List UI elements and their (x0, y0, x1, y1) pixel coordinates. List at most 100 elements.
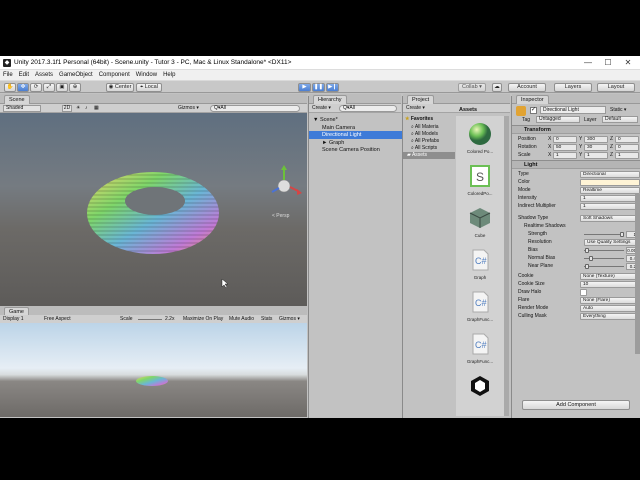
light-row-value[interactable]: Everything (580, 312, 640, 320)
slider-knob[interactable] (584, 248, 589, 253)
active-checkbox[interactable]: ✓ (530, 107, 537, 114)
minimize-button[interactable]: — (580, 56, 596, 70)
tab-hierarchy[interactable]: Hierarchy (313, 95, 347, 104)
maximize-button[interactable]: ☐ (600, 56, 616, 70)
hierarchy-item[interactable]: Scene Camera Position (309, 146, 402, 154)
inspector-scrollbar[interactable] (635, 194, 640, 354)
favorites-item[interactable]: ⌕ All Materia (411, 124, 439, 131)
step-button[interactable]: ▶❙ (326, 82, 339, 92)
menu-gameobject[interactable]: GameObject (56, 70, 96, 81)
shadow-slider[interactable] (584, 264, 624, 269)
tab-inspector[interactable]: Inspector (516, 95, 549, 104)
shadow-slider[interactable] (584, 256, 624, 261)
object-name-input[interactable]: Directional Light (540, 106, 606, 114)
menu-window[interactable]: Window (133, 70, 160, 81)
asset-item-shader[interactable]: S ColoredPo... (464, 164, 496, 196)
light-component-header[interactable]: Light (512, 160, 640, 169)
tab-project[interactable]: Project (407, 95, 435, 104)
scene-view[interactable]: < Persp (0, 113, 307, 306)
transform-x-field[interactable]: 0 (553, 135, 577, 143)
rect-tool-button[interactable]: ▣ (56, 82, 68, 92)
move-tool-button[interactable]: ✥ (17, 82, 29, 92)
scene-orientation-gizmo[interactable] (271, 165, 302, 195)
menu-help[interactable]: Help (160, 70, 178, 81)
favorites-item[interactable]: ⌕ All Scripts (411, 145, 437, 152)
rotate-tool-button[interactable]: ⟳ (30, 82, 42, 92)
assets-folder-item[interactable]: ▰ Assets (403, 152, 455, 159)
light-row-value[interactable]: 1 (580, 202, 640, 210)
layer-dropdown[interactable]: Default (602, 116, 638, 123)
hierarchy-search-input[interactable]: Q▾All (339, 104, 397, 112)
cloud-button[interactable]: ☁ (492, 82, 502, 92)
light-row-value[interactable]: Directional (580, 170, 640, 178)
project-create-button[interactable]: Create ▾ (406, 104, 425, 113)
transform-x-field[interactable]: 1 (553, 151, 577, 159)
transform-y-field[interactable]: 1 (584, 151, 608, 159)
transform-tool-button[interactable]: ⊕ (69, 82, 81, 92)
asset-item-graphfunc-script-2[interactable]: C# GraphFunc... (464, 332, 496, 364)
pivot-local-toggle[interactable]: ⌖ Local (136, 82, 162, 92)
transform-component-header[interactable]: Transform (512, 125, 640, 134)
persp-label[interactable]: < Persp (272, 213, 290, 219)
asset-item-scene[interactable] (464, 374, 496, 401)
slider-knob[interactable] (588, 256, 593, 261)
transform-z-field[interactable]: 1 (615, 151, 639, 159)
asset-item-graphfunc-script[interactable]: C# GraphFunc... (464, 290, 496, 322)
hand-tool-button[interactable]: ✋ (4, 82, 16, 92)
light-row-value[interactable]: None (Texture) (580, 272, 640, 280)
close-button[interactable]: ✕ (620, 56, 636, 70)
account-dropdown[interactable]: Account (508, 82, 546, 92)
transform-y-field[interactable]: 300 (584, 135, 608, 143)
shadow-slider[interactable] (584, 248, 624, 253)
tag-dropdown[interactable]: Untagged (536, 116, 580, 123)
torus-graph-object[interactable] (87, 172, 219, 254)
game-view[interactable] (0, 323, 307, 417)
static-dropdown[interactable]: Static ▾ (610, 107, 626, 113)
transform-x-field[interactable]: 50 (553, 143, 577, 151)
play-button[interactable]: ▶ (298, 82, 311, 92)
light-row-value[interactable]: Soft Shadows (580, 214, 640, 222)
2d-mode-toggle[interactable]: 2D (62, 104, 72, 112)
asset-item-cube[interactable]: Cube (464, 206, 496, 238)
light-row-value[interactable] (580, 178, 640, 186)
menu-edit[interactable]: Edit (16, 70, 32, 81)
transform-z-field[interactable]: 0 (615, 143, 639, 151)
scene-gizmos-dropdown[interactable]: Gizmos ▾ (178, 104, 199, 113)
slider-knob[interactable] (620, 232, 624, 237)
asset-item-material[interactable]: Colored Po... (464, 122, 496, 154)
scene-search-input[interactable]: Q▾All (210, 104, 300, 112)
pause-button[interactable]: ❚❚ (312, 82, 325, 92)
layers-dropdown[interactable]: Layers (554, 82, 592, 92)
light-row-value[interactable]: 10 (580, 280, 640, 288)
scale-tool-button[interactable]: ⤢ (43, 82, 55, 92)
menu-file[interactable]: File (0, 70, 16, 81)
pivot-center-toggle[interactable]: ◉ Center (106, 82, 134, 92)
draw-halo-checkbox[interactable] (580, 288, 587, 296)
hierarchy-create-button[interactable]: Create ▾ (312, 104, 331, 113)
scene-lighting-icon[interactable]: ☀ (76, 104, 80, 113)
transform-z-field[interactable]: 0 (615, 135, 639, 143)
shadow-slider[interactable] (584, 232, 624, 237)
project-scrollbar[interactable] (504, 116, 509, 416)
collab-button[interactable]: Collab ▾ (458, 82, 486, 92)
light-row-value[interactable]: Realtime (580, 186, 640, 194)
light-row-value[interactable]: None (Flare) (580, 296, 640, 304)
add-component-button[interactable]: Add Component (522, 400, 630, 410)
menu-assets[interactable]: Assets (32, 70, 56, 81)
shading-mode-dropdown[interactable]: Shaded (3, 104, 41, 112)
light-row-value[interactable]: Auto (580, 304, 640, 312)
tab-scene[interactable]: Scene (4, 95, 30, 104)
transform-y-field[interactable]: 30 (584, 143, 608, 151)
favorites-item[interactable]: ⌕ All Models (411, 131, 438, 138)
scale-slider[interactable] (138, 319, 162, 320)
asset-item-graph-script[interactable]: C# Graph (464, 248, 496, 280)
slider-knob[interactable] (584, 264, 589, 269)
scene-effects-icon[interactable]: ▦ (94, 104, 99, 113)
favorites-item[interactable]: ⌕ All Prefabs (411, 138, 439, 145)
shadow-resolution-dropdown[interactable]: Use Quality Settings (584, 238, 640, 246)
menu-component[interactable]: Component (96, 70, 133, 81)
layout-dropdown[interactable]: Layout (597, 82, 635, 92)
light-row-value[interactable]: 1 (580, 194, 640, 202)
scene-audio-icon[interactable]: ♪ (85, 104, 88, 113)
favorites-header[interactable]: ★ Favorites (405, 116, 433, 123)
